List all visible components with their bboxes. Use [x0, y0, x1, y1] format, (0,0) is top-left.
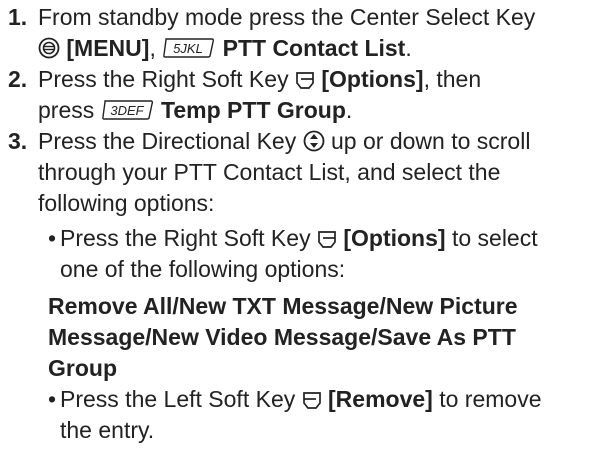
bullet-text: one of the following options: [60, 256, 346, 282]
bullet-text: the entry. [60, 417, 155, 443]
bullet-text: Press the Right Soft Key [60, 225, 311, 251]
step-2: 2. Press the Right Soft Key [Options], t… [8, 64, 588, 126]
instruction-page: 1. From standby mode press the Center Se… [0, 0, 592, 449]
right-soft-key-icon [296, 72, 314, 89]
step-text: , then [423, 66, 482, 92]
bullet-item-remove: • Press the Left Soft Key [Remove] to re… [48, 384, 588, 446]
left-soft-key-icon [302, 392, 321, 409]
step-number: 1. [8, 4, 28, 30]
key-3-label: 3DEF [110, 103, 144, 118]
key-5-icon: 5JKL [163, 38, 215, 58]
options-label: [Options] [343, 225, 446, 251]
center-select-key-icon [38, 37, 60, 59]
option-line: Group [48, 355, 117, 381]
step-text: Press the Directional Key [38, 128, 297, 154]
separator: , [149, 35, 156, 61]
option-list: Remove All/New TXT Message/New Picture M… [48, 291, 518, 384]
option-line: Message/New Video Message/Save As PTT [48, 324, 516, 350]
bullet-text: Press the Left Soft Key [60, 386, 296, 412]
directional-key-icon [303, 130, 325, 152]
step-text: press [38, 97, 95, 123]
bullet-item-options: • Press the Right Soft Key [Options] to … [48, 223, 588, 285]
bullet-text: to select [451, 225, 538, 251]
options-label: [Options] [321, 66, 424, 92]
contact-list-label: PTT Contact List [222, 35, 406, 61]
period: . [405, 35, 412, 61]
key-5-label: 5JKL [173, 41, 203, 56]
bullet-mark: • [48, 225, 57, 251]
key-3-icon: 3DEF [101, 100, 153, 120]
right-soft-key-icon [318, 231, 336, 248]
step-text: through your PTT Contact List, and selec… [38, 159, 501, 185]
period: . [345, 97, 353, 123]
step-number: 3. [8, 128, 28, 154]
step-text: following options: [38, 190, 215, 216]
remove-label: [Remove] [328, 386, 433, 412]
step-text: Press the Right Soft Key [38, 66, 289, 92]
menu-label: [MENU] [66, 35, 150, 61]
bullet-mark: • [48, 386, 57, 412]
step-text: up or down to scroll [331, 128, 531, 154]
step-number: 2. [8, 66, 28, 92]
temp-group-label: Temp PTT Group [161, 97, 346, 123]
step-3: 3. Press the Directional Key up or down … [8, 126, 588, 219]
option-line: Remove All/New TXT Message/New Picture [48, 293, 518, 319]
bullet-text: to remove [439, 386, 542, 412]
step-text: From standby mode press the Center Selec… [38, 4, 536, 30]
step-1: 1. From standby mode press the Center Se… [8, 2, 588, 64]
